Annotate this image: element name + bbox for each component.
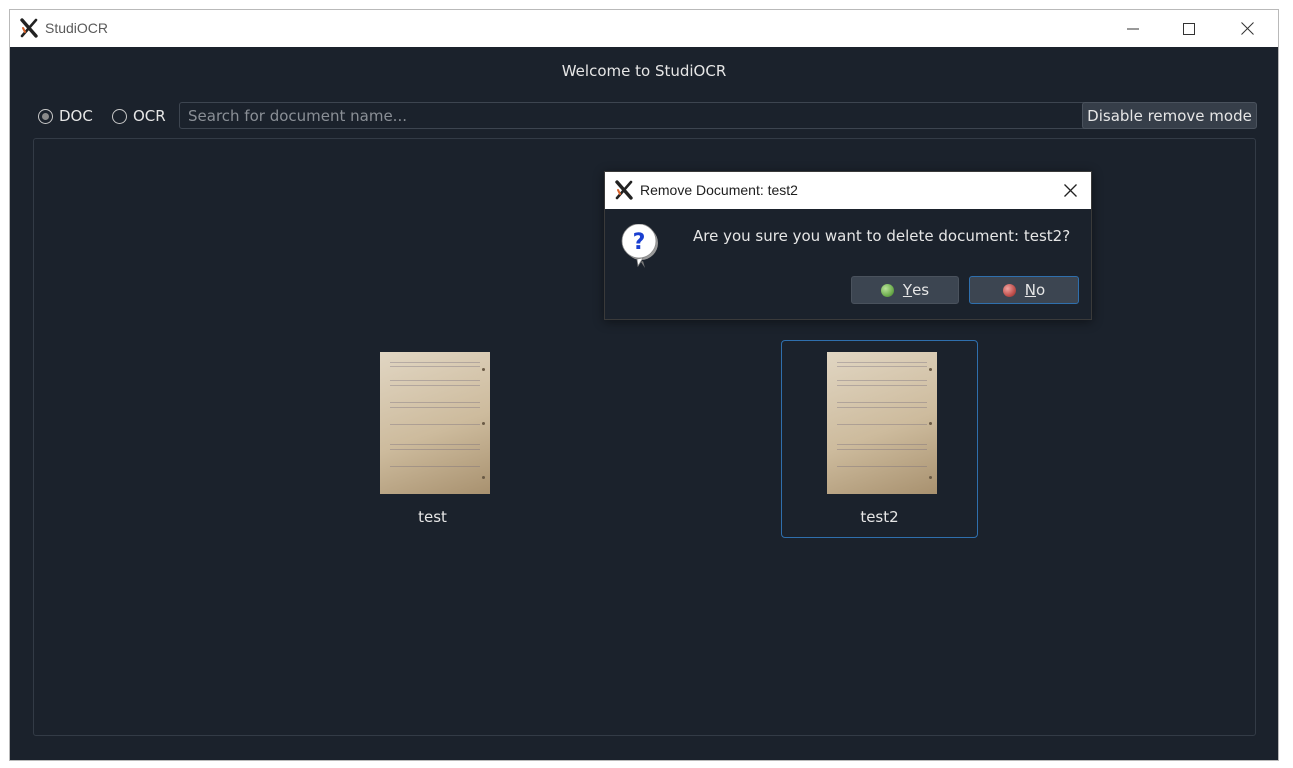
dialog-title: Remove Document: test2 — [640, 182, 798, 198]
yes-mnemonic: Y — [902, 281, 913, 299]
search-input[interactable] — [179, 102, 1091, 129]
document-card-test2[interactable]: test2 — [781, 340, 978, 538]
document-card-test[interactable]: test — [334, 340, 531, 538]
remove-document-dialog: Remove Document: test2 ? Are you sure yo… — [604, 171, 1092, 320]
maximize-icon[interactable] — [1166, 10, 1212, 47]
dialog-message: Are you sure you want to delete document… — [693, 227, 1071, 245]
content-area: Welcome to StudiOCR DOC OCR Disable remo… — [10, 47, 1278, 760]
main-window: StudiOCR Welcome to StudiOCR DOC OCR Dis… — [9, 9, 1279, 761]
question-icon: ? — [621, 224, 658, 268]
yes-button[interactable]: Yes — [851, 276, 959, 304]
window-titlebar[interactable]: StudiOCR — [10, 10, 1278, 47]
yes-label: es — [912, 281, 930, 299]
close-icon[interactable] — [1224, 10, 1270, 47]
document-name: test2 — [860, 508, 899, 526]
document-thumbnail[interactable] — [827, 352, 937, 494]
doc-radio-indicator[interactable] — [38, 108, 53, 124]
no-label: o — [1036, 281, 1046, 299]
dialog-titlebar[interactable]: Remove Document: test2 — [605, 172, 1091, 209]
doc-radio-label: DOC — [59, 107, 93, 125]
red-led-icon — [1002, 283, 1016, 297]
welcome-heading: Welcome to StudiOCR — [561, 62, 727, 80]
doc-radio[interactable]: DOC — [38, 107, 93, 125]
window-title: StudiOCR — [45, 20, 109, 36]
minimize-icon[interactable] — [1110, 10, 1156, 47]
green-led-icon — [880, 283, 894, 297]
document-thumbnail[interactable] — [380, 352, 490, 494]
disable-remove-mode-button[interactable]: Disable remove mode — [1082, 102, 1257, 129]
ocr-radio-indicator[interactable] — [112, 108, 127, 124]
no-button[interactable]: No — [969, 276, 1079, 304]
app-logo-icon — [20, 18, 38, 38]
close-icon[interactable] — [1049, 172, 1091, 209]
svg-text:?: ? — [633, 230, 646, 255]
document-name: test — [418, 508, 447, 526]
ocr-radio-label: OCR — [133, 107, 166, 125]
app-logo-icon — [615, 180, 633, 200]
ocr-radio[interactable]: OCR — [112, 107, 166, 125]
no-mnemonic: N — [1024, 281, 1037, 299]
